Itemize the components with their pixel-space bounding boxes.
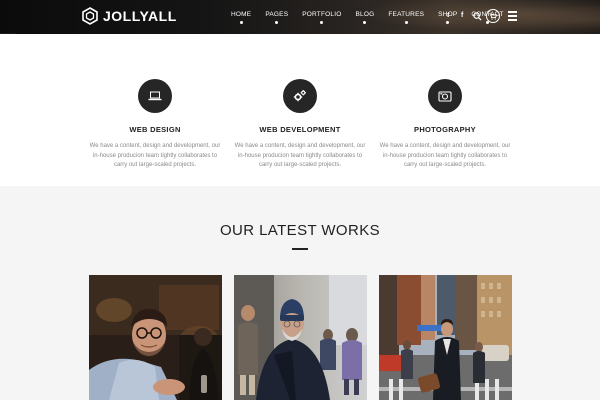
service-icon-circle bbox=[283, 79, 317, 113]
nav-label: FEATURES bbox=[388, 11, 425, 18]
services-section: WEB DESIGN We have a content, design and… bbox=[0, 34, 600, 186]
logo-text: JOLLYALL bbox=[103, 8, 177, 24]
nav-dot bbox=[239, 21, 243, 24]
service-desc-line: carry out large-scaled projects. bbox=[113, 162, 197, 168]
service-title: WEB DEVELOPMENT bbox=[259, 125, 341, 134]
nav-label: PAGES bbox=[265, 11, 289, 18]
nav-item-features[interactable]: FEATURES bbox=[381, 0, 431, 34]
latest-works-section: OUR LATEST WORKS bbox=[0, 186, 600, 400]
service-description: We have a content, design and developmen… bbox=[80, 142, 230, 171]
main-nav: HOME PAGES PORTFOLIO BLOG FEATURES SHOP … bbox=[224, 0, 511, 34]
service-icon-circle bbox=[428, 79, 462, 113]
cart-button[interactable] bbox=[486, 9, 500, 23]
service-web-design: WEB DESIGN We have a content, design and… bbox=[80, 79, 230, 171]
portfolio-image-old-man-beanie bbox=[234, 275, 367, 400]
service-desc-line: in-house producion team tightly collabor… bbox=[382, 152, 508, 159]
portfolio-item-3[interactable] bbox=[379, 275, 512, 400]
service-desc-line: carry out large-scaled projects. bbox=[403, 162, 487, 168]
service-desc-line: in-house producion team tightly collabor… bbox=[237, 152, 363, 159]
nav-item-pages[interactable]: PAGES bbox=[258, 0, 295, 34]
service-description: We have a content, design and developmen… bbox=[370, 142, 520, 171]
page: JOLLYALL HOME PAGES PORTFOLIO BLOG FEATU… bbox=[0, 0, 600, 400]
nav-item-blog[interactable]: BLOG bbox=[348, 0, 381, 34]
service-title: WEB DESIGN bbox=[129, 125, 181, 134]
nav-dot bbox=[404, 21, 408, 24]
service-desc-line: We have a content, design and developmen… bbox=[89, 143, 221, 149]
service-web-development: WEB DEVELOPMENT We have a content, desig… bbox=[225, 79, 375, 171]
nav-dot bbox=[363, 21, 367, 24]
search-icon[interactable] bbox=[473, 12, 482, 21]
service-photography: PHOTOGRAPHY We have a content, design an… bbox=[370, 79, 520, 171]
service-desc-line: carry out large-scaled projects. bbox=[258, 162, 342, 168]
service-desc-line: We have a content, design and developmen… bbox=[379, 143, 511, 149]
service-desc-line: We have a content, design and developmen… bbox=[234, 143, 366, 149]
service-icon-circle bbox=[138, 79, 172, 113]
title-underline bbox=[292, 248, 308, 250]
nav-dot bbox=[320, 21, 324, 24]
service-desc-line: in-house producion team tightly collabor… bbox=[92, 152, 218, 159]
nav-item-portfolio[interactable]: PORTFOLIO bbox=[295, 0, 348, 34]
cart-icon bbox=[489, 12, 497, 20]
service-title: PHOTOGRAPHY bbox=[414, 125, 476, 134]
nav-dot bbox=[446, 21, 450, 24]
facebook-icon[interactable]: f bbox=[461, 12, 463, 19]
portfolio-image-man-with-glasses bbox=[89, 275, 222, 400]
portfolio-item-1[interactable] bbox=[89, 275, 222, 400]
nav-item-home[interactable]: HOME bbox=[224, 0, 258, 34]
laptop-icon bbox=[148, 91, 162, 101]
nav-label: HOME bbox=[231, 11, 252, 18]
twitter-icon[interactable]: t bbox=[447, 12, 449, 19]
hexagon-logo-icon bbox=[82, 7, 98, 25]
gears-icon bbox=[293, 90, 306, 102]
nav-label: PORTFOLIO bbox=[302, 11, 342, 18]
portfolio-image-city-businessman bbox=[379, 275, 512, 400]
camera-icon bbox=[438, 91, 452, 102]
nav-label: BLOG bbox=[355, 11, 375, 18]
logo[interactable]: JOLLYALL bbox=[82, 7, 177, 25]
hamburger-menu-icon[interactable] bbox=[508, 11, 517, 21]
nav-dot bbox=[275, 21, 279, 24]
portfolio-item-2[interactable] bbox=[234, 275, 367, 400]
section-title: OUR LATEST WORKS bbox=[219, 222, 381, 239]
service-description: We have a content, design and developmen… bbox=[225, 142, 375, 171]
site-header: JOLLYALL HOME PAGES PORTFOLIO BLOG FEATU… bbox=[0, 0, 600, 34]
